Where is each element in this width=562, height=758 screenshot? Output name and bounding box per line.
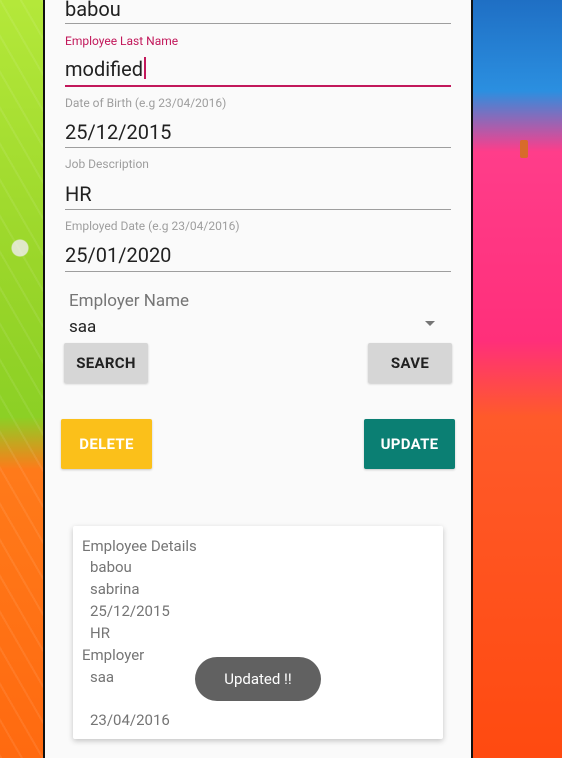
delete-button[interactable]: DELETE <box>61 419 152 469</box>
details-last-name: sabrina <box>90 580 140 598</box>
employed-date-field[interactable]: Employed Date (e.g 23/04/2016) 25/01/202… <box>65 218 451 272</box>
first-name-underline <box>65 23 451 24</box>
employed-date-label: Employed Date (e.g 23/04/2016) <box>65 219 240 233</box>
search-button[interactable]: SEARCH <box>64 343 148 383</box>
job-field[interactable]: Job Description HR <box>65 156 451 210</box>
last-name-underline <box>65 85 451 87</box>
employee-form-panel: babou Employee Last Name modified Date o… <box>45 0 471 758</box>
background-right <box>472 0 562 758</box>
employer-name-label: Employer Name <box>69 291 190 311</box>
first-name-field[interactable]: babou <box>65 0 451 24</box>
job-label: Job Description <box>65 157 149 171</box>
dropdown-arrow-icon[interactable] <box>425 321 435 326</box>
dob-underline <box>65 147 451 148</box>
updated-toast: Updated !! <box>195 657 321 701</box>
dob-field[interactable]: Date of Birth (e.g 23/04/2016) 25/12/201… <box>65 95 451 148</box>
employed-date-value: 25/01/2020 <box>65 243 172 267</box>
last-name-value: modified <box>65 57 144 81</box>
panel-border-right <box>471 0 473 758</box>
job-underline <box>65 209 451 210</box>
last-name-field[interactable]: Employee Last Name modified <box>65 33 451 87</box>
background-left <box>0 0 44 758</box>
dob-label: Date of Birth (e.g 23/04/2016) <box>65 96 227 110</box>
text-cursor <box>144 57 147 79</box>
details-job: HR <box>90 624 110 642</box>
details-first-name: babou <box>90 558 132 576</box>
update-button[interactable]: UPDATE <box>364 419 455 469</box>
save-button[interactable]: SAVE <box>368 343 452 383</box>
details-title: Employee Details <box>82 537 197 555</box>
first-name-value: babou <box>65 0 121 21</box>
details-dob: 25/12/2015 <box>90 602 170 620</box>
last-name-label: Employee Last Name <box>65 34 179 48</box>
employer-spinner[interactable]: saa <box>69 317 96 337</box>
dob-value: 25/12/2015 <box>65 120 172 144</box>
details-employer-name: saa <box>90 668 115 686</box>
employee-details-card: Employee Details babou sabrina 25/12/201… <box>73 526 443 739</box>
last-name-input[interactable]: modified <box>65 56 451 82</box>
details-employer-heading: Employer <box>82 646 145 664</box>
employed-date-underline <box>65 271 451 272</box>
details-employer-date: 23/04/2016 <box>90 711 170 729</box>
job-value: HR <box>65 182 92 206</box>
